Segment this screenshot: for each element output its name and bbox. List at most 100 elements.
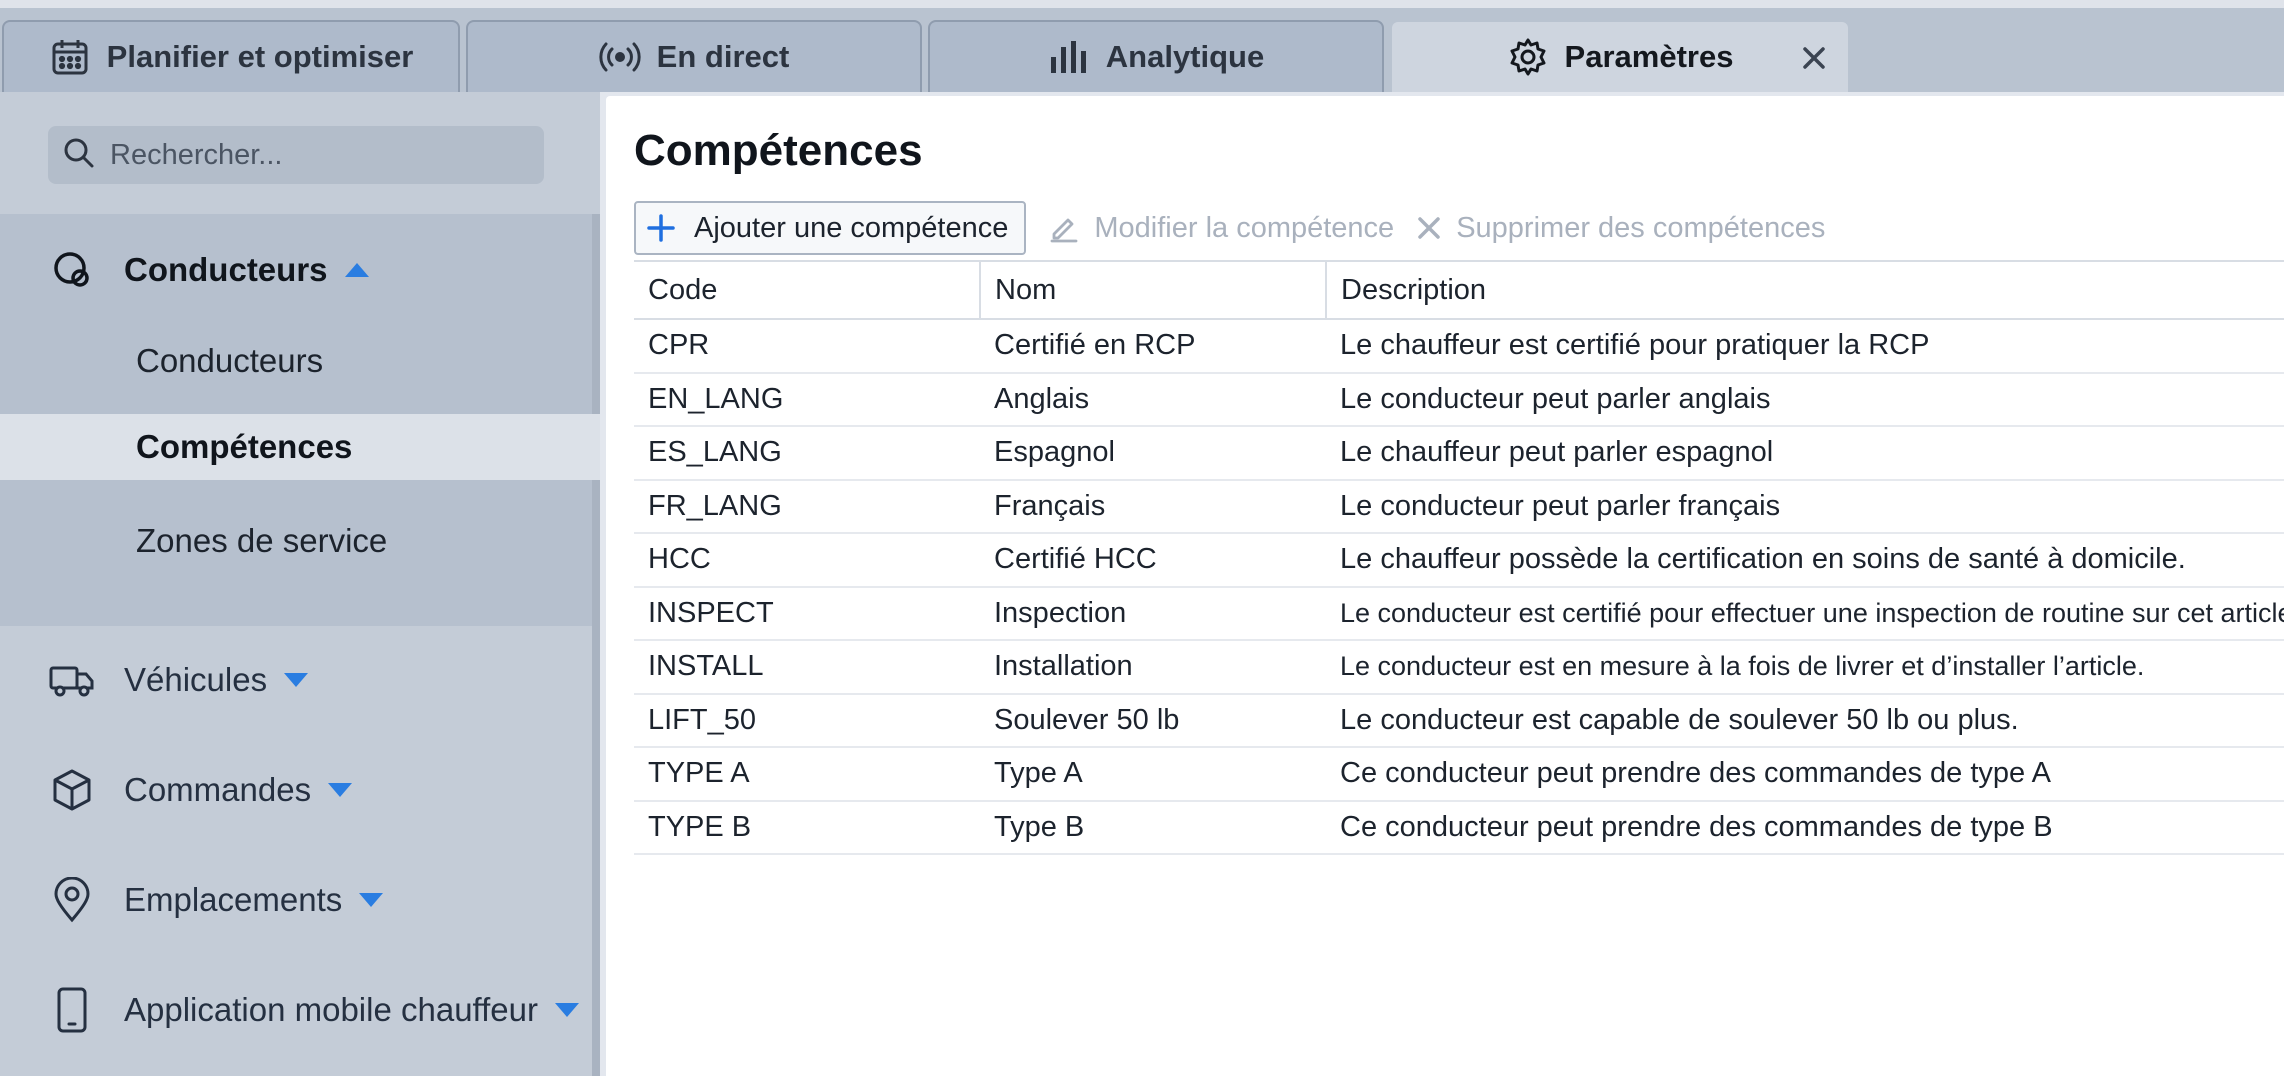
caret-up-icon: [344, 262, 370, 278]
cell-code: ES_LANG: [634, 426, 980, 481]
cell-code: INSTALL: [634, 640, 980, 695]
cell-nom: Soulever 50 lb: [980, 693, 1326, 748]
sidebar-group-emplacements[interactable]: Emplacements: [48, 870, 384, 930]
cell-description: Le conducteur peut parler anglais: [1326, 372, 2284, 427]
calendar-icon: [49, 36, 91, 78]
search-icon: [62, 136, 96, 175]
sidebar-group-label: Commandes: [124, 771, 312, 808]
table-row[interactable]: ES_LANG Espagnol Le chauffeur peut parler …: [634, 426, 2284, 481]
close-icon[interactable]: [1796, 40, 1832, 76]
cell-nom: Installation: [980, 640, 1326, 695]
column-header-description[interactable]: Description: [1325, 260, 2284, 320]
cell-nom: Espagnol: [980, 426, 1326, 481]
sidebar-item-label: Conducteurs: [136, 342, 324, 379]
table-row[interactable]: LIFT_50 Soulever 50 lb Le conducteur est c…: [634, 693, 2284, 748]
driver-icon: [48, 246, 96, 294]
search-box[interactable]: [48, 126, 544, 184]
cell-nom: Français: [980, 479, 1326, 534]
cell-description: Ce conducteur peut prendre des commandes…: [1326, 800, 2284, 855]
cell-description: Le chauffeur peut parler espagnol: [1326, 426, 2284, 481]
table-row[interactable]: HCC Certifié HCC Le chauffeur possède la c…: [634, 533, 2284, 588]
table-row[interactable]: INSTALL Installation Le conducteur est en …: [634, 640, 2284, 695]
cell-nom: Certifié en RCP: [980, 319, 1326, 374]
caret-down-icon: [327, 782, 353, 798]
sidebar-group-label: Conducteurs: [124, 251, 328, 288]
pencil-icon: [1048, 212, 1080, 244]
sidebar-item-competences[interactable]: Compétences: [0, 414, 600, 480]
skills-table: Code Nom Description CPR Certifié en RCP L…: [634, 260, 2284, 855]
sidebar-group-conducteurs[interactable]: Conducteurs: [48, 240, 370, 300]
table-row[interactable]: EN_LANG Anglais Le conducteur peut parler …: [634, 372, 2284, 427]
gear-icon: [1507, 36, 1549, 78]
bar-chart-icon: [1048, 36, 1090, 78]
cell-code: CPR: [634, 319, 980, 374]
tab-planifier[interactable]: Planifier et optimiser: [2, 20, 460, 92]
cell-nom: Certifié HCC: [980, 533, 1326, 588]
window-top-strip: [0, 0, 2284, 8]
sidebar: Conducteurs Conducteurs Compétences Zone…: [0, 92, 600, 1076]
caret-down-icon: [358, 892, 384, 908]
cell-description: Le conducteur est capable de soulever 50…: [1326, 693, 2284, 748]
tab-en-direct[interactable]: En direct: [466, 20, 922, 92]
table-row[interactable]: TYPE B Type B Ce conducteur peut prendre d…: [634, 800, 2284, 855]
table-row[interactable]: TYPE A Type A Ce conducteur peut prendre d…: [634, 747, 2284, 802]
toolbar: Ajouter une compétence Modifier la compé…: [634, 200, 1825, 256]
plus-icon: [646, 213, 676, 243]
cell-code: FR_LANG: [634, 479, 980, 534]
search-input[interactable]: [110, 138, 530, 172]
cell-description: Le chauffeur est certifié pour pratiquer…: [1326, 319, 2284, 374]
table-row[interactable]: FR_LANG Français Le conducteur peut parler…: [634, 479, 2284, 534]
add-skill-label: Ajouter une compétence: [694, 211, 1009, 244]
sidebar-item-zones-de-service[interactable]: Zones de service: [0, 508, 600, 574]
caret-down-icon: [554, 1002, 580, 1018]
sidebar-group-vehicules[interactable]: Véhicules: [48, 650, 309, 710]
tab-analytique[interactable]: Analytique: [928, 20, 1384, 92]
delete-skills-button[interactable]: Supprimer des compétences: [1416, 201, 1825, 255]
cell-description: Le conducteur peut parler français: [1326, 479, 2284, 534]
sidebar-group-commandes[interactable]: Commandes: [48, 760, 353, 820]
cell-code: INSPECT: [634, 586, 980, 641]
cell-description: Le chauffeur possède la certification en…: [1326, 533, 2284, 588]
truck-icon: [48, 656, 96, 704]
sidebar-group-application-mobile[interactable]: Application mobile chauffeur: [48, 980, 580, 1040]
mobile-phone-icon: [48, 986, 96, 1034]
sidebar-item-conducteurs[interactable]: Conducteurs: [0, 328, 600, 394]
cell-description: Ce conducteur peut prendre des commandes…: [1326, 747, 2284, 802]
sidebar-item-label: Zones de service: [136, 522, 388, 559]
tab-label: En direct: [656, 39, 790, 74]
tab-label: Paramètres: [1564, 39, 1734, 74]
tab-label: Planifier et optimiser: [106, 39, 414, 74]
caret-down-icon: [283, 672, 309, 688]
cell-nom: Type B: [980, 800, 1326, 855]
page-title: Compétences: [634, 126, 923, 175]
cell-nom: Anglais: [980, 372, 1326, 427]
package-icon: [48, 766, 96, 814]
cell-code: EN_LANG: [634, 372, 980, 427]
main-panel: Compétences Ajouter une compétence Modif…: [606, 96, 2284, 1076]
cell-code: TYPE B: [634, 800, 980, 855]
table-row[interactable]: INSPECT Inspection Le conducteur est certi…: [634, 586, 2284, 641]
cell-code: LIFT_50: [634, 693, 980, 748]
tab-label: Analytique: [1105, 39, 1265, 74]
location-pin-icon: [48, 876, 96, 924]
delete-skills-label: Supprimer des compétences: [1456, 211, 1826, 244]
tab-bar: Planifier et optimiser En direct Analyti…: [0, 8, 2284, 92]
column-header-code[interactable]: Code: [634, 260, 980, 320]
cell-description: Le conducteur est certifié pour effectue…: [1326, 586, 2284, 641]
tab-parametres[interactable]: Paramètres: [1390, 20, 1850, 92]
table-header-row: Code Nom Description: [634, 260, 2284, 320]
skills-table-container: Code Nom Description CPR Certifié en RCP L…: [634, 260, 2284, 855]
cell-code: HCC: [634, 533, 980, 588]
table-row[interactable]: CPR Certifié en RCP Le chauffeur est certi…: [634, 319, 2284, 374]
broadcast-icon: [599, 36, 641, 78]
sidebar-group-label: Emplacements: [124, 881, 343, 918]
cell-nom: Inspection: [980, 586, 1326, 641]
sidebar-item-label: Compétences: [136, 428, 353, 465]
edit-skill-button[interactable]: Modifier la compétence: [1048, 201, 1394, 255]
column-header-nom[interactable]: Nom: [979, 260, 1326, 320]
sidebar-group-label: Application mobile chauffeur: [124, 991, 538, 1028]
cell-code: TYPE A: [634, 747, 980, 802]
sidebar-group-label: Véhicules: [124, 661, 268, 698]
add-skill-button[interactable]: Ajouter une compétence: [634, 201, 1027, 255]
edit-skill-label: Modifier la compétence: [1094, 211, 1395, 244]
